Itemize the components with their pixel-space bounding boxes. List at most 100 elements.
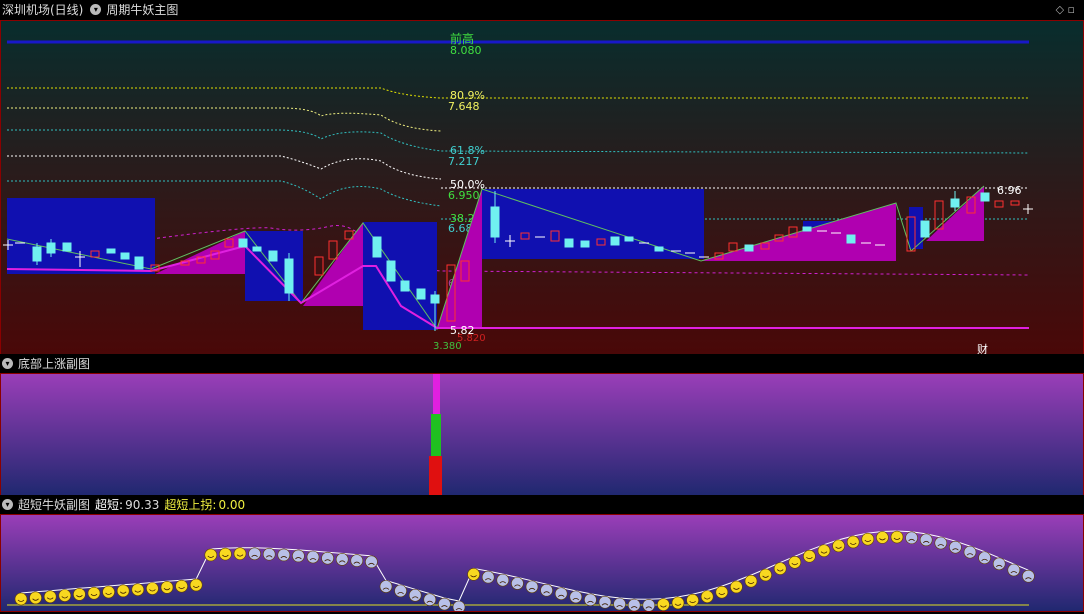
frown-icon <box>934 536 948 550</box>
fib-80-value: 7.648 <box>448 100 480 113</box>
last-price-label: 6.96 <box>997 184 1022 197</box>
chevron-down-icon[interactable]: ▾ <box>2 499 13 510</box>
smiley-icon <box>58 589 72 602</box>
smiley-icon <box>657 598 670 611</box>
frown-icon <box>963 545 977 559</box>
smiley-icon <box>715 585 729 599</box>
smiley-icon <box>890 530 904 544</box>
smiley-icon <box>204 548 218 562</box>
fib-50-value: 6.950 <box>448 189 480 202</box>
smiley-icon <box>14 592 28 606</box>
sub-panel-1-header: ▾ 底部上涨副图 <box>0 354 1084 373</box>
frown-icon <box>292 549 305 563</box>
smiley-icon <box>116 584 130 598</box>
frown-icon <box>584 593 597 607</box>
frown-icon <box>350 554 364 567</box>
bar-green <box>431 414 441 456</box>
smiley-icon <box>803 549 816 563</box>
smiley-icon <box>744 574 758 588</box>
smiley-icon <box>87 586 101 600</box>
field2-label: 超短上拐: <box>164 498 217 512</box>
smiley-icon <box>700 590 714 603</box>
sub-panel-1-title[interactable]: 底部上涨副图 <box>18 355 90 372</box>
main-chart-svg[interactable]: 前高 8.080 80.9% 7.648 61.8% 7.217 50.0% 6… <box>1 21 1083 356</box>
main-indicator-name[interactable]: 周期牛妖主图 <box>106 1 178 18</box>
sub-panel-2-title[interactable]: 超短牛妖副图 <box>18 496 90 513</box>
field2-value: 0.00 <box>218 497 246 512</box>
sub-panel-1[interactable] <box>0 373 1084 496</box>
frown-icon <box>540 583 553 597</box>
smiley-icon <box>160 581 174 594</box>
sub-panel-2[interactable] <box>0 514 1084 614</box>
main-chart-panel[interactable]: 前高 8.080 80.9% 7.648 61.8% 7.217 50.0% 6… <box>0 20 1084 356</box>
frown-icon <box>613 597 626 611</box>
smiley-icon <box>773 562 787 575</box>
frown-icon <box>1022 569 1035 583</box>
main-panel-header: 深圳机场(日线) ▾ 周期牛妖主图 ◇ ▫ <box>0 0 1084 19</box>
smiley-icon <box>175 579 188 593</box>
low-value-3: 3.380 <box>433 341 462 352</box>
smiley-icon <box>189 578 203 592</box>
frown-icon <box>569 590 583 604</box>
frown-icon <box>452 600 466 614</box>
frown-icon <box>554 587 568 600</box>
smiley-icon <box>788 555 802 569</box>
sub-panel-2-header: ▾ 超短牛妖副图 超短: 90.33 超短上拐: 0.00 <box>0 495 1084 514</box>
blue-zone-1 <box>7 198 155 274</box>
frown-icon <box>919 533 933 547</box>
smiley-icon <box>817 544 831 557</box>
frown-icon <box>248 547 261 561</box>
frown-icon <box>394 584 407 598</box>
smiley-icon <box>759 568 772 582</box>
frown-icon <box>525 580 539 594</box>
chevron-down-icon[interactable]: ▾ <box>90 4 102 15</box>
prev-high-value: 8.080 <box>450 44 482 57</box>
frown-icon <box>905 531 918 545</box>
bar-red <box>429 456 442 495</box>
frown-icon <box>262 547 276 561</box>
frown-icon <box>277 548 291 562</box>
chevron-down-icon[interactable]: ▾ <box>2 358 13 369</box>
frown-icon <box>365 555 378 569</box>
frown-icon <box>598 595 612 609</box>
sub2-background <box>1 515 1083 611</box>
field1-label: 超短: <box>95 498 124 512</box>
smiley-icon <box>219 547 232 561</box>
smiley-icon <box>861 532 875 546</box>
frown-icon <box>992 557 1006 571</box>
smiley-icon <box>686 593 699 607</box>
smiley-icon <box>131 583 145 596</box>
frown-icon <box>642 598 656 612</box>
smiley-icon <box>846 535 860 549</box>
stock-name[interactable]: 深圳机场(日线) <box>2 1 83 18</box>
smiley-icon <box>29 591 42 605</box>
frown-icon <box>496 573 510 587</box>
smiley-icon <box>146 582 159 595</box>
frown-icon <box>321 551 334 565</box>
frown-icon <box>335 553 349 566</box>
smiley-icon <box>73 588 86 601</box>
smiley-icon <box>102 585 115 599</box>
field1-value: 90.33 <box>125 497 160 512</box>
bar-magenta <box>433 374 440 414</box>
sub1-background <box>1 374 1083 495</box>
frown-icon <box>379 580 393 593</box>
frown-icon <box>481 570 495 584</box>
smiley-icon <box>233 547 247 560</box>
smiley-icon <box>43 590 57 603</box>
smiley-icon <box>730 580 743 594</box>
frown-icon <box>306 550 320 564</box>
frown-icon <box>438 597 451 611</box>
frown-icon <box>949 540 962 554</box>
frown-icon <box>423 593 437 606</box>
smiley-icon <box>467 568 480 581</box>
frown-icon <box>511 577 524 590</box>
diamond-icon[interactable]: ◇ ▫ <box>1056 3 1075 16</box>
frown-icon <box>978 551 991 565</box>
frown-icon <box>627 598 641 612</box>
frown-icon <box>1007 563 1021 577</box>
smiley-icon <box>671 596 685 610</box>
smiley-icon <box>832 539 845 553</box>
frown-icon <box>408 588 422 602</box>
smiley-icon <box>876 531 889 544</box>
